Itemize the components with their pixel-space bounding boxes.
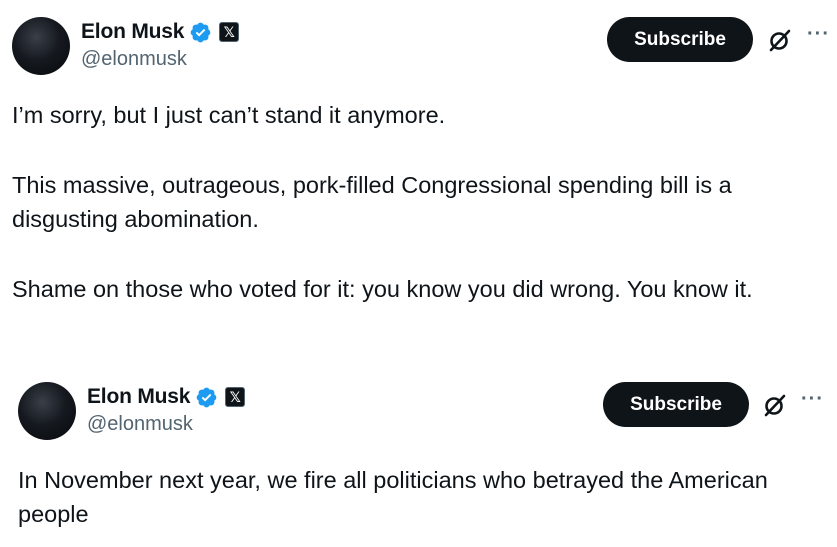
- tweet-paragraph: Shame on those who voted for it: you kno…: [12, 276, 753, 302]
- author-info: Elon Musk 𝕏 @elonmusk: [87, 382, 246, 436]
- grok-icon[interactable]: [762, 392, 788, 418]
- author-handle[interactable]: @elonmusk: [81, 48, 239, 71]
- more-options-icon[interactable]: ···: [807, 24, 830, 44]
- name-row: Elon Musk 𝕏: [87, 382, 246, 412]
- tweet-text: In November next year, we fire all polit…: [18, 463, 833, 531]
- verified-icon: [190, 22, 211, 42]
- tweet-paragraph: In November next year, we fire all polit…: [18, 467, 768, 527]
- verified-icon: [196, 387, 217, 407]
- author-info: Elon Musk 𝕏 @elonmusk: [81, 17, 240, 71]
- tweet-1: Elon Musk 𝕏 @elonmusk Subscribe ··· I’m …: [0, 0, 837, 340]
- tweet-text: I’m sorry, but I just can’t stand it any…: [12, 98, 827, 306]
- grok-icon[interactable]: [767, 27, 793, 53]
- subscribe-button[interactable]: Subscribe: [607, 17, 753, 62]
- avatar[interactable]: [18, 382, 76, 440]
- author-name[interactable]: Elon Musk: [81, 20, 184, 44]
- tweet-paragraph: This massive, outrageous, pork-filled Co…: [12, 172, 732, 232]
- tweet-2: Elon Musk 𝕏 @elonmusk Subscribe ··· In N…: [0, 365, 837, 547]
- subscribe-button[interactable]: Subscribe: [603, 382, 749, 427]
- author-name[interactable]: Elon Musk: [87, 385, 190, 409]
- x-affiliate-badge-icon[interactable]: 𝕏: [225, 387, 246, 407]
- name-row: Elon Musk 𝕏: [81, 17, 240, 47]
- author-handle[interactable]: @elonmusk: [87, 413, 245, 436]
- avatar[interactable]: [12, 17, 70, 75]
- tweet-paragraph: I’m sorry, but I just can’t stand it any…: [12, 102, 446, 128]
- more-options-icon[interactable]: ···: [801, 389, 824, 409]
- x-affiliate-badge-icon[interactable]: 𝕏: [219, 22, 240, 42]
